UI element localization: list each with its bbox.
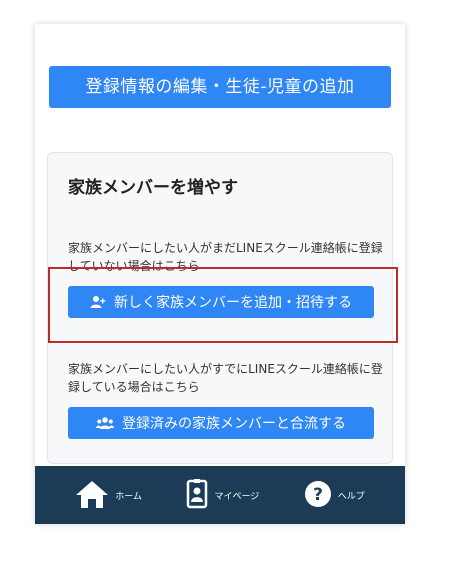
id-badge-icon [186, 478, 208, 512]
nav-help-label: ヘルプ [337, 491, 365, 502]
svg-text:?: ? [313, 485, 323, 505]
bottom-nav: ホーム マイページ ? ヘルプ [35, 466, 405, 524]
nav-mypage[interactable]: マイページ [186, 478, 260, 512]
join-button-label: 登録済みの家族メンバーと合流する [122, 416, 346, 432]
nav-help[interactable]: ? ヘルプ [304, 480, 365, 511]
edit-registration-button[interactable]: 登録情報の編集・生徒-児童の追加 [49, 66, 391, 108]
nav-home-label: ホーム [115, 491, 142, 502]
nav-mypage-label: マイページ [214, 491, 260, 502]
family-members-card: 家族メンバーを増やす 家族メンバーにしたい人がまだLINEスクール連絡帳に登録し… [47, 152, 393, 464]
help-circle-icon: ? [304, 480, 332, 511]
home-icon [75, 479, 109, 512]
users-icon [96, 416, 114, 430]
join-description: 家族メンバーにしたい人がすでにLINEスクール連絡帳に登録している場合はこちら [68, 362, 383, 394]
invite-description: 家族メンバーにしたい人がまだLINEスクール連絡帳に登録していない場合はこちら [68, 241, 383, 273]
card-title: 家族メンバーを増やす [68, 178, 238, 198]
invite-family-member-button[interactable]: 新しく家族メンバーを追加・招待する [68, 286, 374, 318]
invite-button-label: 新しく家族メンバーを追加・招待する [114, 295, 352, 311]
nav-home[interactable]: ホーム [75, 479, 142, 512]
user-plus-icon [90, 295, 106, 309]
app-screen: 登録情報の編集・生徒-児童の追加 家族メンバーを増やす 家族メンバーにしたい人が… [35, 24, 405, 524]
join-family-member-button[interactable]: 登録済みの家族メンバーと合流する [68, 407, 374, 439]
